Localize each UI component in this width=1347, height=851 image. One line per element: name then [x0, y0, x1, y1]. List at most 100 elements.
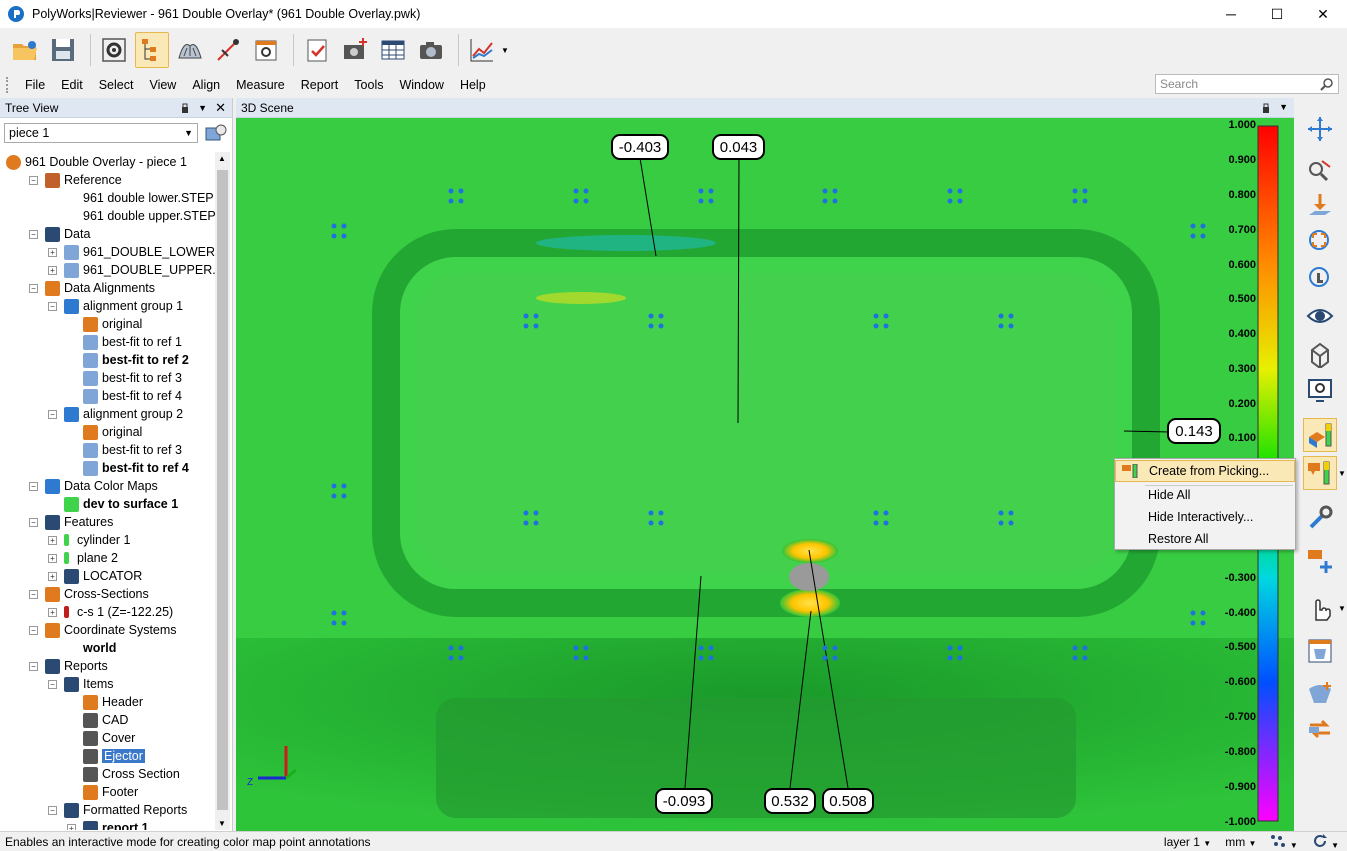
menu-report[interactable]: Report [293, 78, 347, 92]
refresh-select[interactable]: ▼ [1312, 833, 1339, 851]
tree-node[interactable]: c-s 1 (Z=-122.25) [64, 603, 173, 621]
tree-node[interactable]: 961 double upper.STEP [64, 207, 215, 225]
tree-expander-icon[interactable]: − [29, 482, 38, 491]
pin-icon[interactable] [1261, 102, 1271, 114]
close-button[interactable]: ✕ [1300, 0, 1346, 28]
plot-button[interactable] [465, 32, 499, 68]
tree-node[interactable]: alignment group 2 [64, 405, 183, 423]
annotation-callout[interactable]: 0.508 [822, 788, 874, 814]
tree-expander-icon[interactable]: − [29, 626, 38, 635]
menu-window[interactable]: Window [391, 78, 451, 92]
annotation-callout[interactable]: 0.532 [764, 788, 816, 814]
annotation-callout[interactable]: -0.403 [611, 134, 669, 160]
tree-node[interactable]: Features [45, 513, 113, 531]
visibility-button[interactable] [1303, 299, 1337, 333]
tree-expander-icon[interactable]: − [48, 806, 57, 815]
tree-node[interactable]: Reference [45, 171, 122, 189]
pointer-dropdown-arrow[interactable]: ▼ [1338, 604, 1346, 613]
menu-file[interactable]: File [17, 78, 53, 92]
save-button[interactable] [46, 32, 80, 68]
menu-align[interactable]: Align [184, 78, 228, 92]
tree-node[interactable]: Coordinate Systems [45, 621, 177, 639]
tree-expander-icon[interactable]: − [29, 518, 38, 527]
tree-node[interactable]: best-fit to ref 3 [83, 441, 182, 459]
tree-node[interactable]: Header [83, 693, 143, 711]
piece-manager-icon[interactable] [204, 122, 228, 144]
tree-node[interactable]: report 1 [83, 819, 149, 830]
tree-expander-icon[interactable]: + [48, 554, 57, 563]
tree-expander-icon[interactable]: − [29, 230, 38, 239]
tree-node[interactable]: Cross-Sections [45, 585, 149, 603]
tree-node[interactable]: dev to surface 1 [64, 495, 178, 513]
tree-node[interactable]: plane 2 [64, 549, 118, 567]
tree-expander-icon[interactable]: + [48, 572, 57, 581]
tree-view-button[interactable] [135, 32, 169, 68]
tree-expander-icon[interactable]: + [48, 608, 57, 617]
pin-icon[interactable] [180, 102, 190, 114]
menu-select[interactable]: Select [91, 78, 142, 92]
annotation-callout[interactable]: 0.143 [1167, 418, 1221, 444]
tree-node[interactable]: best-fit to ref 4 [83, 459, 189, 477]
layer-select[interactable]: layer 1 ▼ [1164, 835, 1211, 849]
tree-node[interactable]: alignment group 1 [64, 297, 183, 315]
menu-restore-all[interactable]: Restore All [1115, 528, 1295, 550]
minimize-button[interactable]: ─ [1208, 0, 1254, 28]
tree-scrollbar[interactable]: ▲ ▼ [215, 152, 230, 830]
color-map-button[interactable] [1303, 418, 1337, 452]
tree-node[interactable]: original [83, 423, 142, 441]
table-button[interactable] [376, 32, 410, 68]
annotation-callout[interactable]: -0.093 [655, 788, 713, 814]
tree-node[interactable]: Footer [83, 783, 138, 801]
tree-expander-icon[interactable]: + [67, 824, 76, 830]
tree-expander-icon[interactable]: − [48, 410, 57, 419]
tree-expander-icon[interactable]: − [48, 302, 57, 311]
tree-node[interactable]: world [64, 639, 116, 657]
pointer-button[interactable] [1303, 591, 1337, 625]
menu-measure[interactable]: Measure [228, 78, 293, 92]
point-mode-select[interactable]: ▼ [1270, 834, 1298, 851]
tree-node[interactable]: best-fit to ref 3 [83, 369, 182, 387]
units-select[interactable]: mm ▼ [1225, 835, 1256, 849]
tree-expander-icon[interactable]: + [48, 536, 57, 545]
menu-edit[interactable]: Edit [53, 78, 91, 92]
shape-inspect-button[interactable] [1303, 634, 1337, 668]
scene-options-button[interactable] [1303, 374, 1337, 408]
menu-help[interactable]: Help [452, 78, 494, 92]
annotation-callout[interactable]: 0.043 [712, 134, 765, 160]
tree-node[interactable]: Items [64, 675, 114, 693]
panel-menu-arrow-icon[interactable]: ▼ [1279, 102, 1288, 114]
tree-node[interactable]: Data Color Maps [45, 477, 158, 495]
tree-node[interactable]: Cover [83, 729, 135, 747]
tools-button[interactable] [1303, 501, 1337, 535]
add-annotation-button[interactable] [1303, 544, 1337, 578]
tree-node[interactable]: Formatted Reports [64, 801, 187, 819]
camera-button[interactable] [414, 32, 448, 68]
tree-node[interactable]: 961_DOUBLE_UPPER.ply [64, 261, 215, 279]
search-input[interactable]: Search [1155, 74, 1339, 94]
menu-view[interactable]: View [141, 78, 184, 92]
tree-node[interactable]: Cross Section [83, 765, 180, 783]
tree-node[interactable]: best-fit to ref 4 [83, 387, 182, 405]
panel-close-icon[interactable]: ✕ [215, 100, 226, 116]
open-workspace-button[interactable] [8, 32, 42, 68]
transform-button[interactable] [1303, 112, 1337, 146]
tree-node[interactable]: 961 double lower.STEP [64, 189, 214, 207]
sync-button[interactable] [1303, 712, 1337, 746]
piece-select[interactable]: piece 1 ▼ [4, 123, 198, 143]
tree-node[interactable]: 961 Double Overlay - piece 1 [6, 153, 187, 171]
scroll-up-icon[interactable]: ▲ [218, 154, 226, 163]
menu-tools[interactable]: Tools [346, 78, 391, 92]
tree-expander-icon[interactable]: − [29, 284, 38, 293]
measure-tool-button[interactable] [211, 32, 245, 68]
options-button[interactable] [97, 32, 131, 68]
tree-expander-icon[interactable]: − [48, 680, 57, 689]
color-map-annotation-button[interactable] [1303, 456, 1337, 490]
tree-node[interactable]: LOCATOR [64, 567, 142, 585]
panel-menu-arrow-icon[interactable]: ▼ [198, 103, 207, 113]
snapshot-add-button[interactable] [338, 32, 372, 68]
plot-dropdown-arrow[interactable]: ▼ [501, 46, 509, 55]
view-cube-button[interactable] [1303, 337, 1337, 371]
tree-node[interactable]: CAD [83, 711, 128, 729]
tree-node[interactable]: best-fit to ref 1 [83, 333, 182, 351]
tree-expander-icon[interactable]: − [29, 662, 38, 671]
